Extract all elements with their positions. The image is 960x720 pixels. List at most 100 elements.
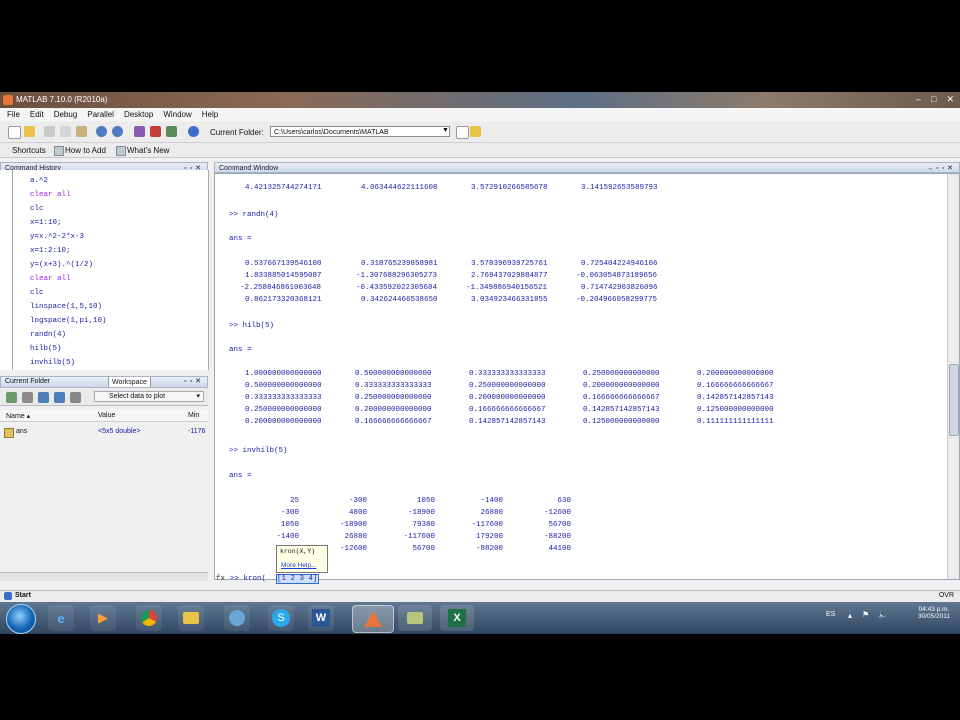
ans-label: ans = bbox=[229, 346, 252, 354]
history-item[interactable]: invhilb(5) bbox=[30, 359, 75, 367]
browse-folder-icon[interactable] bbox=[456, 126, 469, 139]
matrix-cell: 0.250000000000000 bbox=[245, 406, 322, 414]
history-item[interactable]: clear all bbox=[30, 191, 71, 199]
command-input-selection[interactable]: [1 2 3 4] bbox=[276, 574, 319, 584]
history-item[interactable]: y=x.^2-2*x-3 bbox=[30, 233, 84, 241]
windows-start-orb-icon[interactable] bbox=[6, 604, 36, 634]
shortcuts-bar: Shortcuts How to Add What's New bbox=[0, 143, 960, 158]
clock-date: 30/05/2011 bbox=[917, 613, 950, 620]
paste-icon[interactable] bbox=[76, 126, 87, 137]
chevron-down-icon[interactable]: ▼ bbox=[442, 127, 449, 134]
flag-icon[interactable]: ⚑ bbox=[862, 610, 869, 619]
copy-icon[interactable] bbox=[60, 126, 71, 137]
panel-controls-icon[interactable]: ▫▫✕ bbox=[184, 377, 204, 385]
matrix-cell: 56700 bbox=[412, 545, 435, 553]
workspace-variable-row[interactable]: ans <5x5 double> -1176 bbox=[0, 427, 208, 438]
column-value-header[interactable]: Value bbox=[98, 412, 115, 419]
volume-icon[interactable]: 🔈 bbox=[878, 610, 888, 619]
redo-icon[interactable] bbox=[112, 126, 123, 137]
import-data-icon[interactable] bbox=[38, 392, 49, 403]
history-item[interactable]: randn(4) bbox=[30, 331, 66, 339]
excel-icon[interactable]: X bbox=[440, 605, 474, 631]
history-item[interactable]: x=1:2:10; bbox=[30, 247, 71, 255]
print-icon[interactable] bbox=[70, 392, 81, 403]
command-window[interactable]: 4.421325744274171 4.063444622111608 3.5729… bbox=[214, 173, 960, 580]
cut-icon[interactable] bbox=[44, 126, 55, 137]
menu-desktop[interactable]: Desktop bbox=[124, 108, 153, 121]
menu-help[interactable]: Help bbox=[202, 108, 218, 121]
history-item[interactable]: a.^2 bbox=[30, 177, 48, 185]
matrix-cell: 44100 bbox=[548, 545, 571, 553]
undo-icon[interactable] bbox=[96, 126, 107, 137]
matlab-start-button[interactable]: Start bbox=[15, 592, 31, 599]
output-cell: 3.572910266585678 bbox=[471, 184, 548, 192]
history-item[interactable]: clear all bbox=[30, 275, 71, 283]
close-icon[interactable]: ✕ bbox=[946, 94, 954, 105]
select-data-to-plot-dropdown[interactable]: Select data to plot ▾ bbox=[94, 391, 204, 402]
internet-explorer-icon[interactable]: e bbox=[48, 605, 74, 631]
folder-taskbar-icon[interactable] bbox=[398, 605, 432, 631]
command-window-scrollbar[interactable] bbox=[947, 174, 959, 579]
matrix-cell: 0.725404224946106 bbox=[581, 260, 658, 268]
start-button-icon[interactable] bbox=[4, 592, 12, 600]
maximize-icon[interactable]: □ bbox=[931, 94, 936, 105]
word-icon[interactable]: W bbox=[308, 605, 334, 631]
command-prompt-line[interactable]: fx >> kron( [1 2 3 4] bbox=[216, 574, 960, 586]
parent-folder-icon[interactable] bbox=[470, 126, 481, 137]
save-workspace-icon[interactable] bbox=[54, 392, 65, 403]
menu-file[interactable]: File bbox=[7, 108, 20, 121]
new-variable-icon[interactable] bbox=[6, 392, 17, 403]
matlab-logo-icon bbox=[3, 95, 13, 105]
workspace-tabs: Current Folder Workspace ▫▫✕ bbox=[0, 376, 208, 388]
clock[interactable]: 04:43 p.m. 30/05/2011 bbox=[918, 606, 950, 620]
history-item[interactable]: clc bbox=[30, 289, 44, 297]
history-item[interactable]: x=1:10; bbox=[30, 219, 62, 227]
how-to-add-link[interactable]: How to Add bbox=[65, 146, 106, 155]
show-hidden-icons-icon[interactable]: ▴ bbox=[848, 611, 852, 620]
matlab-desktop: MATLAB 7.10.0 (R2010a) – □ ✕ File Edit D… bbox=[0, 92, 960, 634]
chrome-icon[interactable] bbox=[136, 605, 162, 631]
language-indicator[interactable]: ES bbox=[826, 611, 835, 618]
output-cell: 3.141592653589793 bbox=[581, 184, 658, 192]
shortcuts-label[interactable]: Shortcuts bbox=[12, 146, 46, 155]
more-help-link[interactable]: More Help... bbox=[281, 562, 316, 569]
matrix-cell: 0.166666666666667 bbox=[583, 394, 660, 402]
scrollbar-thumb[interactable] bbox=[949, 364, 959, 436]
tab-workspace[interactable]: Workspace bbox=[108, 377, 151, 387]
title-bar: MATLAB 7.10.0 (R2010a) – □ ✕ bbox=[0, 92, 960, 108]
matrix-cell: 25 bbox=[289, 497, 299, 505]
history-item[interactable]: clc bbox=[30, 205, 44, 213]
history-item[interactable]: y=(x+3).^(1/2) bbox=[30, 261, 93, 269]
whats-new-link[interactable]: What's New bbox=[127, 146, 169, 155]
menu-parallel[interactable]: Parallel bbox=[87, 108, 114, 121]
new-file-icon[interactable] bbox=[8, 126, 21, 139]
menu-debug[interactable]: Debug bbox=[54, 108, 78, 121]
guide-icon[interactable] bbox=[150, 126, 161, 137]
media-player-icon[interactable]: ▶ bbox=[90, 605, 116, 631]
open-folder-icon[interactable] bbox=[24, 126, 35, 137]
menu-edit[interactable]: Edit bbox=[30, 108, 44, 121]
tab-current-folder[interactable]: Current Folder bbox=[5, 378, 50, 385]
variable-min: -1176 bbox=[188, 428, 206, 435]
menu-window[interactable]: Window bbox=[163, 108, 191, 121]
help-icon[interactable] bbox=[188, 126, 199, 137]
variable-name: ans bbox=[16, 428, 28, 435]
workspace-horizontal-scrollbar[interactable] bbox=[0, 572, 208, 581]
command-history-panel[interactable]: a.^2 clear all clc x=1:10; y=x.^2-2*x-3 x=1:2… bbox=[0, 170, 209, 370]
profiler-icon[interactable] bbox=[166, 126, 177, 137]
matlab-taskbar-icon[interactable] bbox=[352, 605, 394, 633]
simulink-icon[interactable] bbox=[134, 126, 145, 137]
open-variable-icon[interactable] bbox=[22, 392, 33, 403]
fx-icon[interactable]: fx bbox=[216, 575, 225, 583]
minimize-icon[interactable]: – bbox=[916, 94, 921, 105]
column-name-header[interactable]: Name ▴ bbox=[6, 412, 30, 420]
history-item[interactable]: logspace(1,pi,10) bbox=[30, 317, 107, 325]
current-folder-input[interactable]: C:\Users\carlos\Documents\MATLAB bbox=[270, 126, 450, 137]
history-item[interactable]: linspace(1,5,10) bbox=[30, 303, 102, 311]
column-min-header[interactable]: Min bbox=[188, 412, 199, 419]
command-line: >> hilb(5) bbox=[229, 322, 275, 330]
skype-icon[interactable]: S bbox=[268, 605, 294, 631]
network-icon[interactable] bbox=[224, 605, 250, 631]
file-explorer-icon[interactable] bbox=[178, 605, 204, 631]
history-item[interactable]: hilb(5) bbox=[30, 345, 62, 353]
